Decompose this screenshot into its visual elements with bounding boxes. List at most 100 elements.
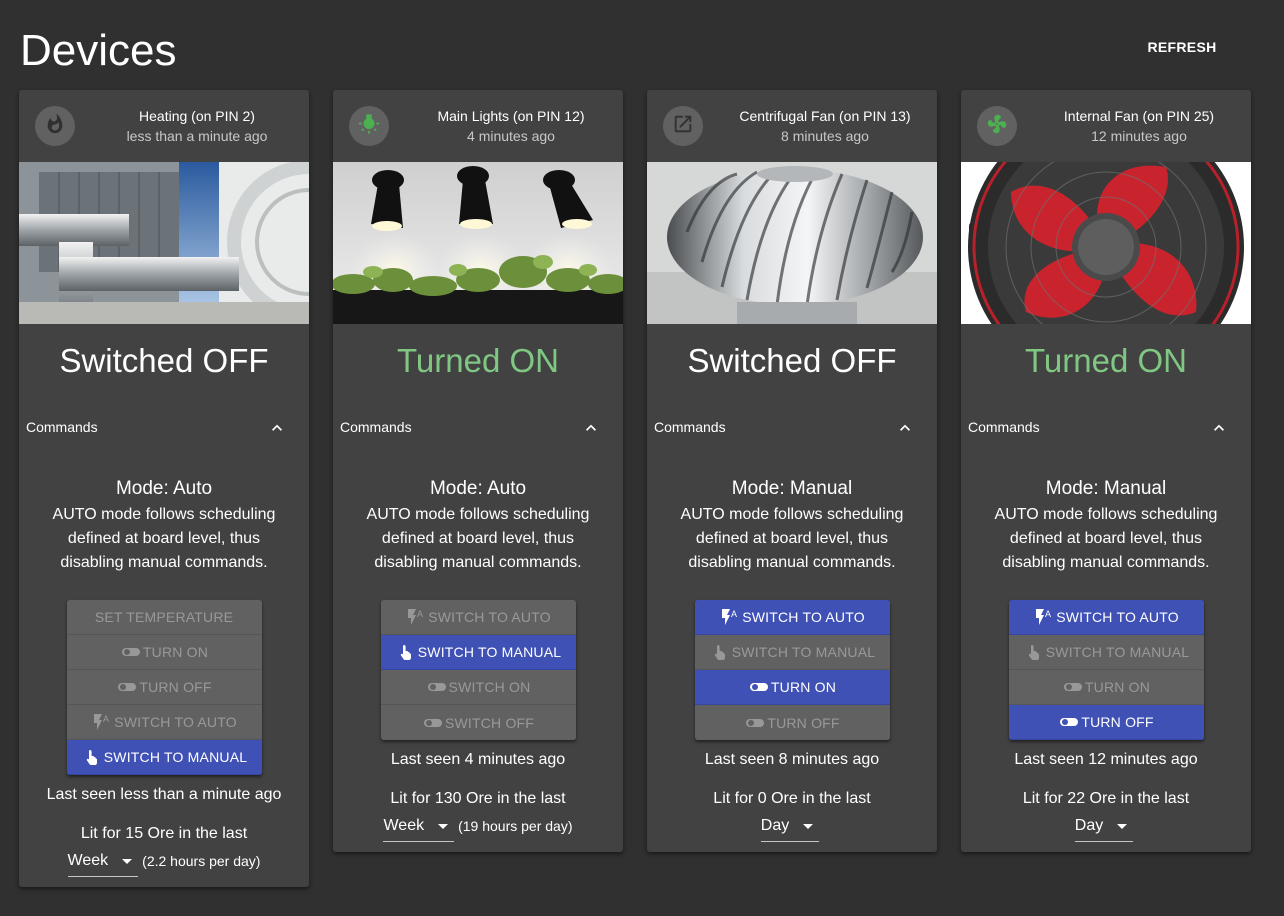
device-card-heating: Heating (on PIN 2) less than a minute ag… bbox=[19, 90, 309, 887]
mode-description: AUTO mode follows scheduling defined at … bbox=[680, 506, 904, 571]
device-state: Switched OFF bbox=[59, 342, 269, 379]
turn-on-button[interactable]: TURN ON bbox=[694, 670, 890, 705]
period-value: Week bbox=[383, 817, 425, 834]
turn-off-button[interactable]: TURN OFF bbox=[694, 705, 890, 740]
chevron-up-icon[interactable] bbox=[895, 418, 915, 438]
touch-icon bbox=[709, 644, 731, 660]
switch-to-manual-button[interactable]: SWITCH TO MANUAL bbox=[694, 635, 890, 670]
chevron-up-icon[interactable] bbox=[1209, 418, 1229, 438]
chevron-up-icon[interactable] bbox=[581, 418, 601, 438]
chevron-up-icon[interactable] bbox=[267, 418, 287, 438]
toggle-off-icon bbox=[426, 679, 448, 695]
period-select[interactable]: Week bbox=[383, 816, 455, 842]
page-title: Devices bbox=[20, 26, 177, 75]
device-updated: less than a minute ago bbox=[126, 128, 268, 144]
mode-label: Mode: Auto bbox=[429, 478, 527, 499]
usage-summary: Lit for 130 Ore in the last bbox=[390, 790, 566, 807]
turn-off-button[interactable]: TURN OFF bbox=[66, 670, 262, 705]
period-row: Week (19 hours per day) bbox=[333, 816, 623, 852]
button-label: SWITCH TO MANUAL bbox=[417, 644, 562, 660]
button-label: TURN ON bbox=[142, 644, 209, 660]
commands-expander[interactable]: Commands bbox=[333, 404, 623, 452]
command-buttons: SET TEMPERATURE TURN ON TURN OFF A SWITCH… bbox=[66, 600, 262, 775]
device-updated: 4 minutes ago bbox=[467, 128, 555, 144]
device-updated: 8 minutes ago bbox=[781, 128, 869, 144]
mode-description: AUTO mode follows scheduling defined at … bbox=[994, 506, 1218, 571]
switch-to-manual-button[interactable]: SWITCH TO MANUAL bbox=[380, 635, 576, 670]
button-label: SWITCH TO AUTO bbox=[742, 609, 865, 625]
button-label: TURN ON bbox=[1084, 679, 1151, 695]
command-buttons: A SWITCH TO AUTO SWITCH TO MANUAL SWITCH … bbox=[380, 600, 576, 740]
set-temperature-button[interactable]: SET TEMPERATURE bbox=[66, 600, 262, 635]
button-label: SWITCH TO AUTO bbox=[1056, 609, 1179, 625]
commands-expander[interactable]: Commands bbox=[19, 404, 309, 452]
toggle-off-icon bbox=[116, 679, 138, 695]
flash-auto-icon: A bbox=[91, 714, 113, 730]
refresh-button[interactable]: REFRESH bbox=[1138, 34, 1226, 60]
switch-to-auto-button[interactable]: A SWITCH TO AUTO bbox=[694, 600, 890, 635]
period-value: Day bbox=[760, 817, 790, 834]
period-value: Day bbox=[1074, 817, 1104, 834]
toggle-off-icon bbox=[744, 715, 766, 731]
device-card-centrifugal-fan: Centrifugal Fan (on PIN 13) 8 minutes ag… bbox=[647, 90, 937, 852]
toggle-off-icon bbox=[748, 679, 770, 695]
device-card-internal-fan: Internal Fan (on PIN 25) 12 minutes ago … bbox=[961, 90, 1251, 852]
mode-label: Mode: Auto bbox=[115, 478, 213, 499]
switch-off-button[interactable]: SWITCH OFF bbox=[380, 705, 576, 740]
commands-expander[interactable]: Commands bbox=[647, 404, 937, 452]
turn-on-button[interactable]: TURN ON bbox=[66, 635, 262, 670]
toggle-off-icon bbox=[1062, 679, 1084, 695]
turn-on-button[interactable]: TURN ON bbox=[1008, 670, 1204, 705]
switch-to-auto-button[interactable]: A SWITCH TO AUTO bbox=[1008, 600, 1204, 635]
mode-label: Mode: Manual bbox=[1045, 478, 1167, 499]
period-select[interactable]: Week bbox=[67, 851, 139, 877]
last-seen: Last seen 4 minutes ago bbox=[390, 751, 566, 768]
flash-auto-icon: A bbox=[1033, 609, 1055, 625]
switch-to-auto-button[interactable]: A SWITCH TO AUTO bbox=[380, 600, 576, 635]
switch-to-manual-button[interactable]: SWITCH TO MANUAL bbox=[1008, 635, 1204, 670]
button-label: TURN OFF bbox=[1081, 714, 1154, 730]
button-label: SWITCH TO MANUAL bbox=[731, 644, 876, 660]
commands-label: Commands bbox=[654, 419, 726, 435]
mode-label: Mode: Manual bbox=[731, 478, 853, 499]
button-label: SWITCH TO MANUAL bbox=[103, 749, 248, 765]
period-select[interactable]: Day bbox=[1074, 816, 1134, 842]
device-photo-internal-fan bbox=[961, 162, 1251, 324]
turn-off-button[interactable]: TURN OFF bbox=[1008, 705, 1204, 740]
avatar bbox=[349, 106, 389, 146]
flash-auto-icon: A bbox=[405, 609, 427, 625]
arrow-drop-down-icon bbox=[1117, 824, 1128, 829]
switch-on-button[interactable]: SWITCH ON bbox=[380, 670, 576, 705]
device-title: Main Lights (on PIN 12) bbox=[437, 108, 585, 124]
command-buttons: A SWITCH TO AUTO SWITCH TO MANUAL TURN ON… bbox=[1008, 600, 1204, 740]
period-row: Day bbox=[961, 816, 1251, 852]
toggle-off-icon bbox=[1058, 714, 1080, 730]
touch-icon bbox=[395, 644, 417, 660]
touch-icon bbox=[81, 749, 103, 765]
commands-expander[interactable]: Commands bbox=[961, 404, 1251, 452]
device-title: Centrifugal Fan (on PIN 13) bbox=[739, 108, 911, 124]
open-in-new-icon bbox=[672, 113, 694, 140]
fan-icon bbox=[986, 113, 1008, 140]
svg-text:A: A bbox=[1045, 609, 1051, 619]
per-day: (2.2 hours per day) bbox=[142, 853, 261, 869]
period-select[interactable]: Day bbox=[760, 816, 820, 842]
button-label: SWITCH TO AUTO bbox=[114, 714, 237, 730]
toggle-off-icon bbox=[120, 644, 142, 660]
arrow-drop-down-icon bbox=[438, 824, 449, 829]
svg-text:A: A bbox=[417, 609, 423, 619]
switch-to-manual-button[interactable]: SWITCH TO MANUAL bbox=[66, 740, 262, 775]
commands-label: Commands bbox=[968, 419, 1040, 435]
button-label: SWITCH TO MANUAL bbox=[1045, 644, 1190, 660]
device-card-main-lights: Main Lights (on PIN 12) 4 minutes ago Tu… bbox=[333, 90, 623, 852]
fire-icon bbox=[44, 113, 66, 140]
button-label: TURN OFF bbox=[767, 714, 840, 731]
flash-auto-icon: A bbox=[719, 609, 741, 625]
device-title: Internal Fan (on PIN 25) bbox=[1063, 108, 1215, 124]
device-photo-main-lights bbox=[333, 162, 623, 324]
avatar bbox=[663, 106, 703, 146]
button-label: SET TEMPERATURE bbox=[94, 609, 234, 625]
lightbulb-icon bbox=[358, 113, 380, 140]
last-seen: Last seen 8 minutes ago bbox=[704, 751, 880, 768]
switch-to-auto-button[interactable]: A SWITCH TO AUTO bbox=[66, 705, 262, 740]
